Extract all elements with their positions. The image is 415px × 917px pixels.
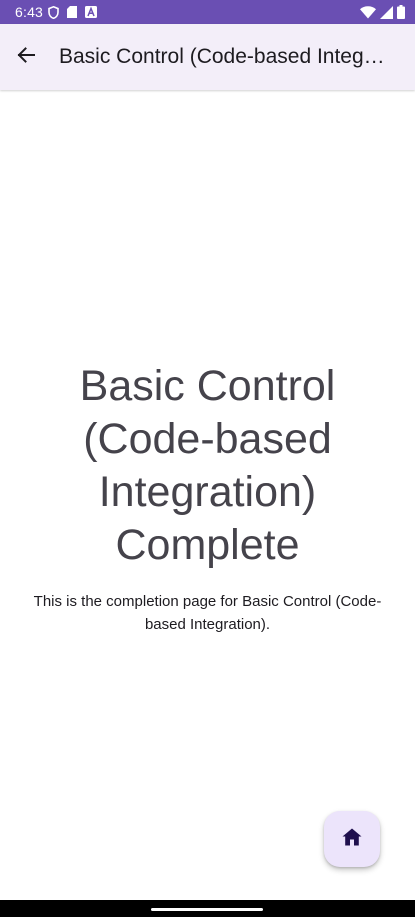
status-notification-icons bbox=[48, 5, 97, 19]
wifi-icon bbox=[360, 5, 376, 19]
main-content: Basic Control (Code-based Integration) C… bbox=[0, 90, 415, 900]
a-badge-icon bbox=[85, 6, 97, 18]
completion-description: This is the completion page for Basic Co… bbox=[33, 593, 382, 633]
sd-card-icon bbox=[67, 6, 77, 18]
arrow-back-icon bbox=[16, 45, 36, 70]
battery-icon bbox=[397, 5, 405, 19]
status-time: 6:43 bbox=[15, 4, 44, 20]
status-system-icons bbox=[360, 5, 405, 19]
app-bar-title: Basic Control (Code-based Integration) bbox=[59, 45, 385, 68]
status-bar: 6:43 bbox=[0, 0, 415, 24]
back-button[interactable] bbox=[6, 37, 46, 77]
completion-headline: Basic Control (Code-based Integration) C… bbox=[79, 362, 336, 569]
shield-icon bbox=[48, 5, 59, 19]
app-bar: Basic Control (Code-based Integration) bbox=[0, 24, 415, 90]
home-gesture-handle[interactable] bbox=[151, 908, 263, 911]
navigation-bar bbox=[0, 900, 415, 917]
signal-icon bbox=[380, 5, 393, 19]
home-fab-button[interactable] bbox=[324, 811, 380, 867]
home-icon bbox=[342, 828, 362, 851]
